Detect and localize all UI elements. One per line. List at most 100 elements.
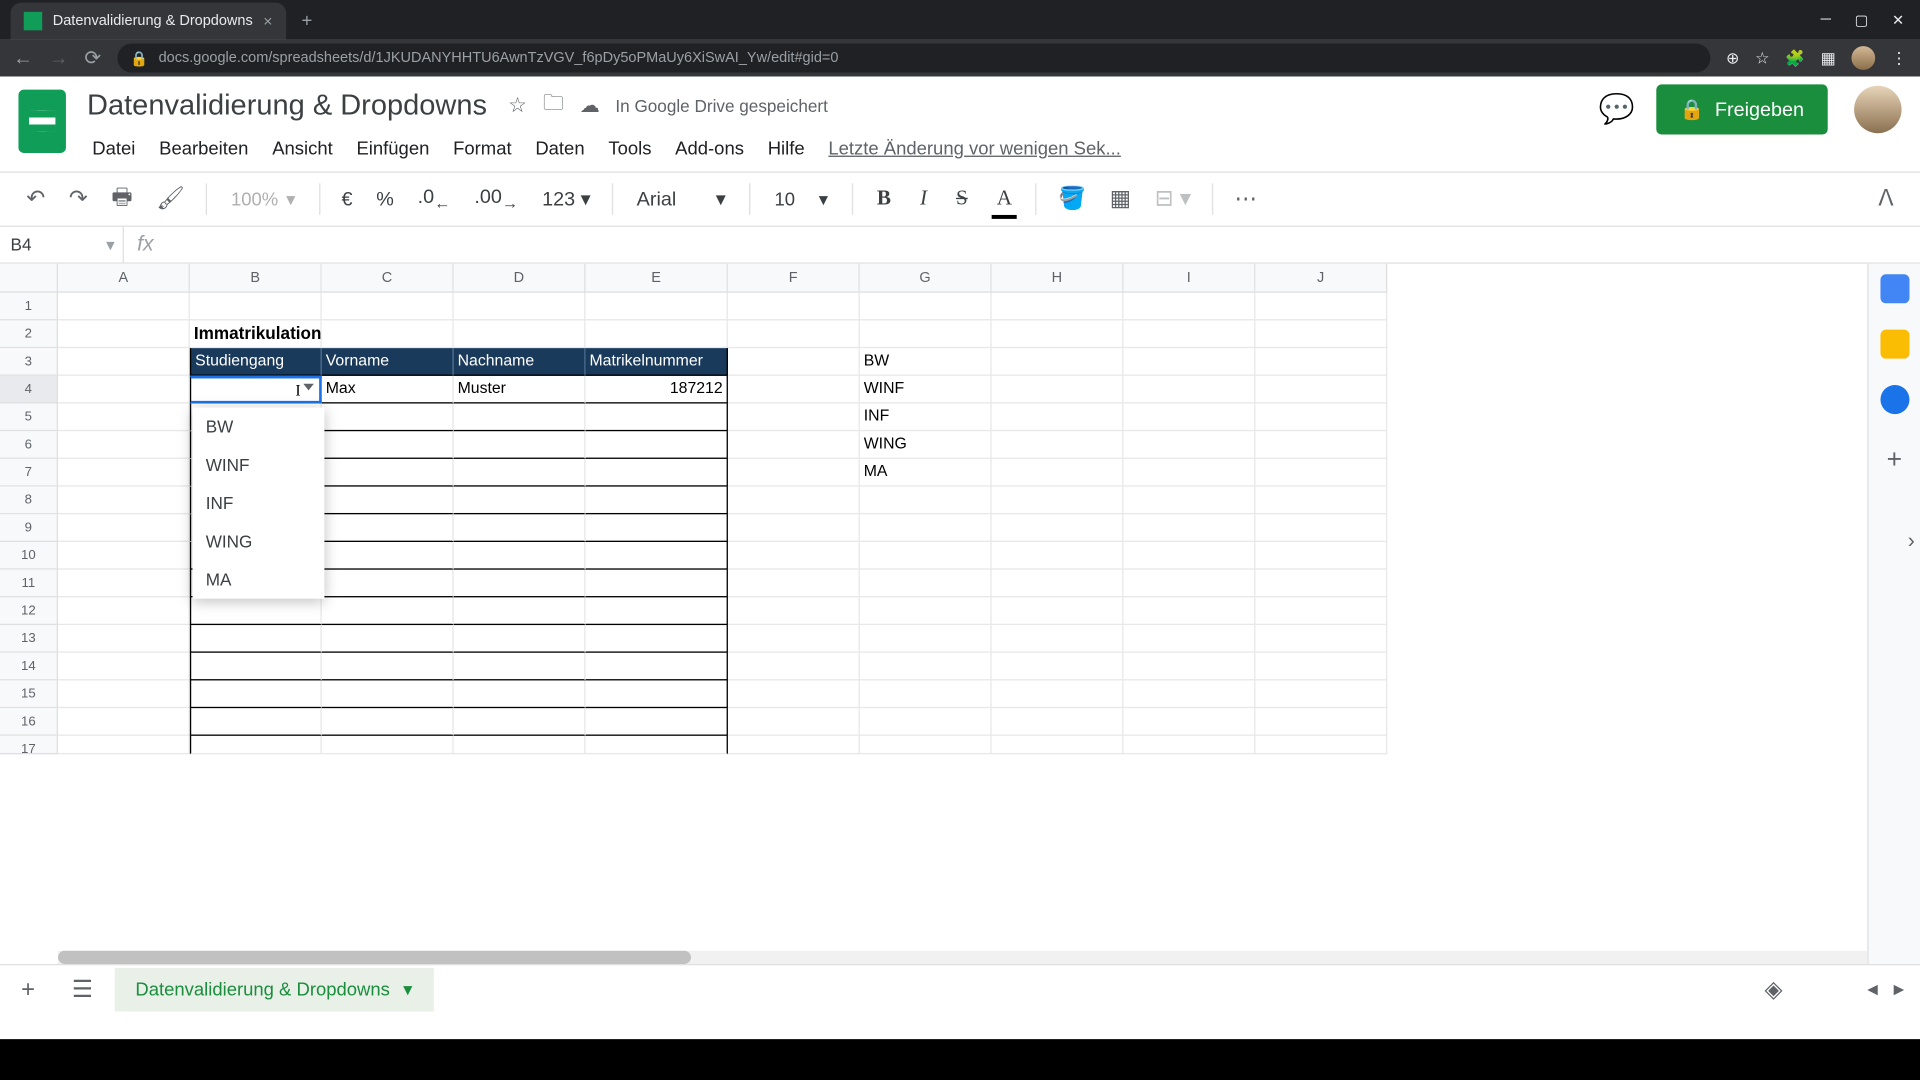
cell[interactable]	[728, 736, 860, 754]
cell[interactable]	[728, 320, 860, 348]
all-sheets-icon[interactable]: ☰	[56, 967, 109, 1011]
row-header[interactable]: 4	[0, 376, 58, 404]
calendar-icon[interactable]	[1880, 274, 1909, 303]
cell[interactable]	[1124, 653, 1256, 681]
col-header[interactable]: D	[454, 264, 586, 293]
cell[interactable]	[1255, 736, 1387, 754]
col-header[interactable]: J	[1255, 264, 1387, 293]
cell[interactable]	[992, 320, 1124, 348]
cell[interactable]	[1255, 320, 1387, 348]
star-doc-icon[interactable]: ☆	[508, 92, 527, 118]
cell[interactable]	[1124, 708, 1256, 736]
cell[interactable]	[322, 653, 454, 681]
cell[interactable]	[728, 542, 860, 570]
cell[interactable]	[322, 293, 454, 321]
namebox[interactable]: B4▾	[0, 227, 124, 263]
cell[interactable]	[1124, 376, 1256, 404]
cell[interactable]	[586, 653, 728, 681]
url-input[interactable]: 🔒 docs.google.com/spreadsheets/d/1JKUDAN…	[117, 44, 1710, 73]
add-sheet-icon[interactable]: +	[5, 967, 51, 1011]
cell[interactable]	[1124, 680, 1256, 708]
col-header[interactable]: A	[58, 264, 190, 293]
cell[interactable]	[322, 570, 454, 598]
dropdown-option[interactable]: INF	[193, 484, 325, 522]
cell[interactable]	[586, 293, 728, 321]
explore-icon[interactable]: ◈	[1765, 975, 1783, 1003]
collapse-panel-icon[interactable]: ›	[1902, 520, 1920, 565]
cell[interactable]	[322, 736, 454, 754]
cell[interactable]	[586, 404, 728, 432]
scroll-left-icon[interactable]: ◂	[1867, 976, 1878, 1002]
cell[interactable]	[1255, 708, 1387, 736]
cell[interactable]	[322, 625, 454, 653]
cell[interactable]	[58, 625, 190, 653]
cell[interactable]	[1124, 459, 1256, 487]
row-header[interactable]: 9	[0, 514, 58, 542]
cell[interactable]	[728, 514, 860, 542]
cell[interactable]	[992, 431, 1124, 459]
tasks-icon[interactable]	[1880, 385, 1909, 414]
account-avatar[interactable]	[1854, 86, 1901, 133]
cell[interactable]	[860, 708, 992, 736]
cell[interactable]: Immatrikulation	[190, 320, 322, 348]
cell[interactable]	[992, 736, 1124, 754]
cell[interactable]: Studiengang	[190, 348, 322, 376]
cell[interactable]	[728, 487, 860, 515]
reload-icon[interactable]: ⟳	[84, 46, 101, 70]
row-header[interactable]: 10	[0, 542, 58, 570]
close-window-icon[interactable]: ✕	[1892, 11, 1904, 28]
cell[interactable]	[992, 293, 1124, 321]
cell[interactable]: MA	[860, 459, 992, 487]
row-header[interactable]: 13	[0, 625, 58, 653]
cell[interactable]	[1255, 348, 1387, 376]
row-header[interactable]: 6	[0, 431, 58, 459]
row-header[interactable]: 2	[0, 320, 58, 348]
scroll-right-icon[interactable]: ▸	[1894, 976, 1905, 1002]
cell[interactable]	[58, 293, 190, 321]
borders-icon[interactable]: ▦	[1102, 178, 1139, 220]
add-addon-icon[interactable]: +	[1887, 446, 1902, 476]
menu-einfuegen[interactable]: Einfügen	[346, 132, 440, 164]
cell[interactable]	[728, 459, 860, 487]
strike-button[interactable]: S	[945, 182, 978, 216]
cell[interactable]: WING	[860, 431, 992, 459]
cell[interactable]	[1255, 625, 1387, 653]
increase-decimal-button[interactable]: .00→	[466, 181, 526, 218]
col-header[interactable]: H	[992, 264, 1124, 293]
cell[interactable]	[58, 570, 190, 598]
cell[interactable]	[322, 680, 454, 708]
menu-hilfe[interactable]: Hilfe	[757, 132, 815, 164]
dropdown-arrow-icon[interactable]	[303, 384, 314, 391]
cell[interactable]	[728, 404, 860, 432]
cell[interactable]	[454, 431, 586, 459]
fill-color-icon[interactable]: 🪣	[1050, 178, 1094, 220]
move-icon[interactable]: 🗀	[543, 88, 564, 124]
cell[interactable]	[454, 708, 586, 736]
row-header[interactable]: 7	[0, 459, 58, 487]
cell[interactable]	[1255, 570, 1387, 598]
cell[interactable]: Muster	[454, 376, 586, 404]
minimize-icon[interactable]: ─	[1821, 11, 1831, 28]
cell[interactable]	[860, 542, 992, 570]
cell[interactable]	[992, 570, 1124, 598]
cell[interactable]	[1124, 570, 1256, 598]
col-header[interactable]: E	[586, 264, 728, 293]
comments-icon[interactable]: 💬	[1599, 92, 1635, 126]
menu-addons[interactable]: Add-ons	[665, 132, 755, 164]
cell[interactable]	[586, 625, 728, 653]
cell[interactable]	[1255, 293, 1387, 321]
decrease-decimal-button[interactable]: .0←	[410, 181, 459, 218]
cell[interactable]	[322, 459, 454, 487]
cell[interactable]	[586, 320, 728, 348]
number-format-button[interactable]: 123 ▾	[534, 182, 598, 216]
cell[interactable]	[728, 625, 860, 653]
undo-icon[interactable]: ↶	[18, 178, 53, 220]
cell[interactable]	[1255, 459, 1387, 487]
cell[interactable]	[190, 293, 322, 321]
cell[interactable]	[1255, 680, 1387, 708]
row-header[interactable]: 12	[0, 597, 58, 625]
menu-daten[interactable]: Daten	[525, 132, 595, 164]
cell[interactable]	[728, 348, 860, 376]
menu-format[interactable]: Format	[443, 132, 523, 164]
cell[interactable]	[860, 487, 992, 515]
